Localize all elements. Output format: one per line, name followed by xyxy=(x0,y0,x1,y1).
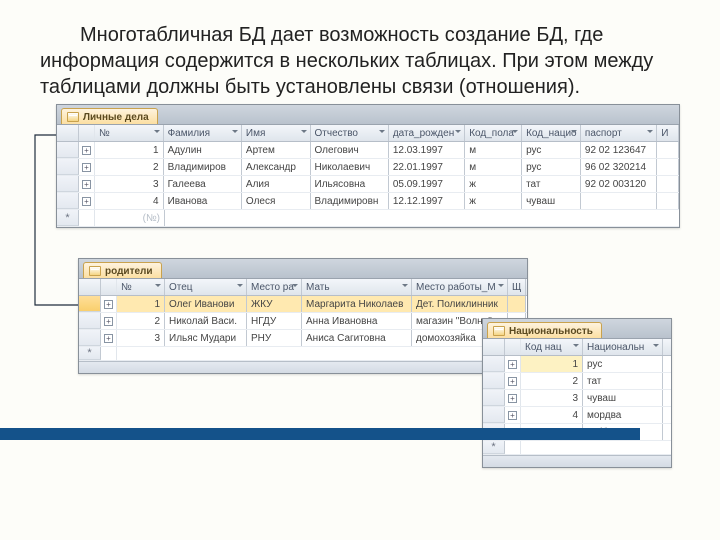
tabbar: Национальность xyxy=(483,319,671,339)
table-personal[interactable]: Личные дела № Фамилия Имя Отчество дата_… xyxy=(56,104,680,228)
table-row[interactable]: +4ИвановаОлесяВладимировн12.12.1997жчува… xyxy=(57,193,679,210)
table-row[interactable]: +2тат xyxy=(483,373,671,390)
table-row[interactable]: +3Ильяс МудариРНУАниса Сагитовнадомохозя… xyxy=(79,330,527,347)
col-extra[interactable]: Щ xyxy=(508,279,526,295)
expand-icon[interactable]: + xyxy=(104,317,113,326)
intro-paragraph: Многотабличная БД дает возможность созда… xyxy=(40,22,680,100)
datasheet-grid[interactable]: Код нац Национальн +1рус+2тат+3чуваш+4мо… xyxy=(483,339,671,467)
tabbar: родители xyxy=(79,259,527,279)
col-pol[interactable]: Код_пола xyxy=(465,125,522,141)
col-extra[interactable]: И xyxy=(657,125,679,141)
expand-icon[interactable]: + xyxy=(508,377,517,386)
col-nacname[interactable]: Национальн xyxy=(583,339,663,355)
col-no[interactable]: № xyxy=(117,279,165,295)
col-code[interactable]: Код нац xyxy=(521,339,583,355)
footer-bar xyxy=(0,428,640,440)
table-nationality[interactable]: Национальность Код нац Национальн +1рус+… xyxy=(482,318,672,468)
header-row: Код нац Национальн xyxy=(483,339,671,356)
header-row: № Фамилия Имя Отчество дата_рожден Код_п… xyxy=(57,125,679,142)
table-icon xyxy=(67,112,79,122)
col-mrm[interactable]: Место работы_М xyxy=(412,279,508,295)
table-row[interactable]: +3ГалееваАлияИльясовна05.09.1997жтат92 0… xyxy=(57,176,679,193)
datasheet-grid[interactable]: № Фамилия Имя Отчество дата_рожден Код_п… xyxy=(57,125,679,227)
new-row[interactable]: (№) xyxy=(57,210,679,227)
table-icon xyxy=(493,326,505,336)
col-mat[interactable]: Мать xyxy=(302,279,412,295)
expand-icon[interactable]: + xyxy=(104,334,113,343)
col-pasp[interactable]: паспорт xyxy=(581,125,657,141)
col-mr[interactable]: Место ра xyxy=(247,279,302,295)
col-no[interactable]: № xyxy=(95,125,164,141)
expand-icon[interactable]: + xyxy=(82,146,91,155)
expand-icon[interactable]: + xyxy=(82,163,91,172)
col-otec[interactable]: Отец xyxy=(165,279,247,295)
col-fam[interactable]: Фамилия xyxy=(164,125,242,141)
table-row[interactable]: +1рус xyxy=(483,356,671,373)
col-im[interactable]: Имя xyxy=(242,125,311,141)
tab-personal[interactable]: Личные дела xyxy=(61,108,158,124)
expand-icon[interactable]: + xyxy=(508,394,517,403)
new-row[interactable] xyxy=(483,441,671,455)
tab-nationality[interactable]: Национальность xyxy=(487,322,602,338)
header-row: № Отец Место ра Мать Место работы_М Щ xyxy=(79,279,527,296)
table-row[interactable]: +1Олег ИвановиЖКУМаргарита НиколаевДет. … xyxy=(79,296,527,313)
scrollbar[interactable] xyxy=(483,455,671,467)
expand-icon[interactable]: + xyxy=(508,360,517,369)
tabbar: Личные дела xyxy=(57,105,679,125)
table-row[interactable]: +2Николай Васи.НГДУАнна Ивановнамагазин … xyxy=(79,313,527,330)
new-row[interactable] xyxy=(79,347,527,361)
table-icon xyxy=(89,266,101,276)
datasheet-grid[interactable]: № Отец Место ра Мать Место работы_М Щ +1… xyxy=(79,279,527,373)
tab-label: Личные дела xyxy=(83,112,149,123)
table-row[interactable]: +3чуваш xyxy=(483,390,671,407)
table-row[interactable]: +4мордва xyxy=(483,407,671,424)
col-ot[interactable]: Отчество xyxy=(311,125,389,141)
expand-icon[interactable]: + xyxy=(104,300,113,309)
table-row[interactable]: +1АдулинАртемОлегович12.03.1997мрус92 02… xyxy=(57,142,679,159)
col-nac[interactable]: Код_нацио xyxy=(522,125,581,141)
col-dob[interactable]: дата_рожден xyxy=(389,125,465,141)
expand-icon[interactable]: + xyxy=(82,180,91,189)
expand-icon[interactable]: + xyxy=(82,197,91,206)
table-row[interactable]: +2ВладимировАлександрНиколаевич22.01.199… xyxy=(57,159,679,176)
expand-icon[interactable]: + xyxy=(508,411,517,420)
tab-label: родители xyxy=(105,266,153,277)
table-parents[interactable]: родители № Отец Место ра Мать Место рабо… xyxy=(78,258,528,374)
tab-parents[interactable]: родители xyxy=(83,262,162,278)
tab-label: Национальность xyxy=(509,326,593,337)
scrollbar[interactable] xyxy=(79,361,527,373)
